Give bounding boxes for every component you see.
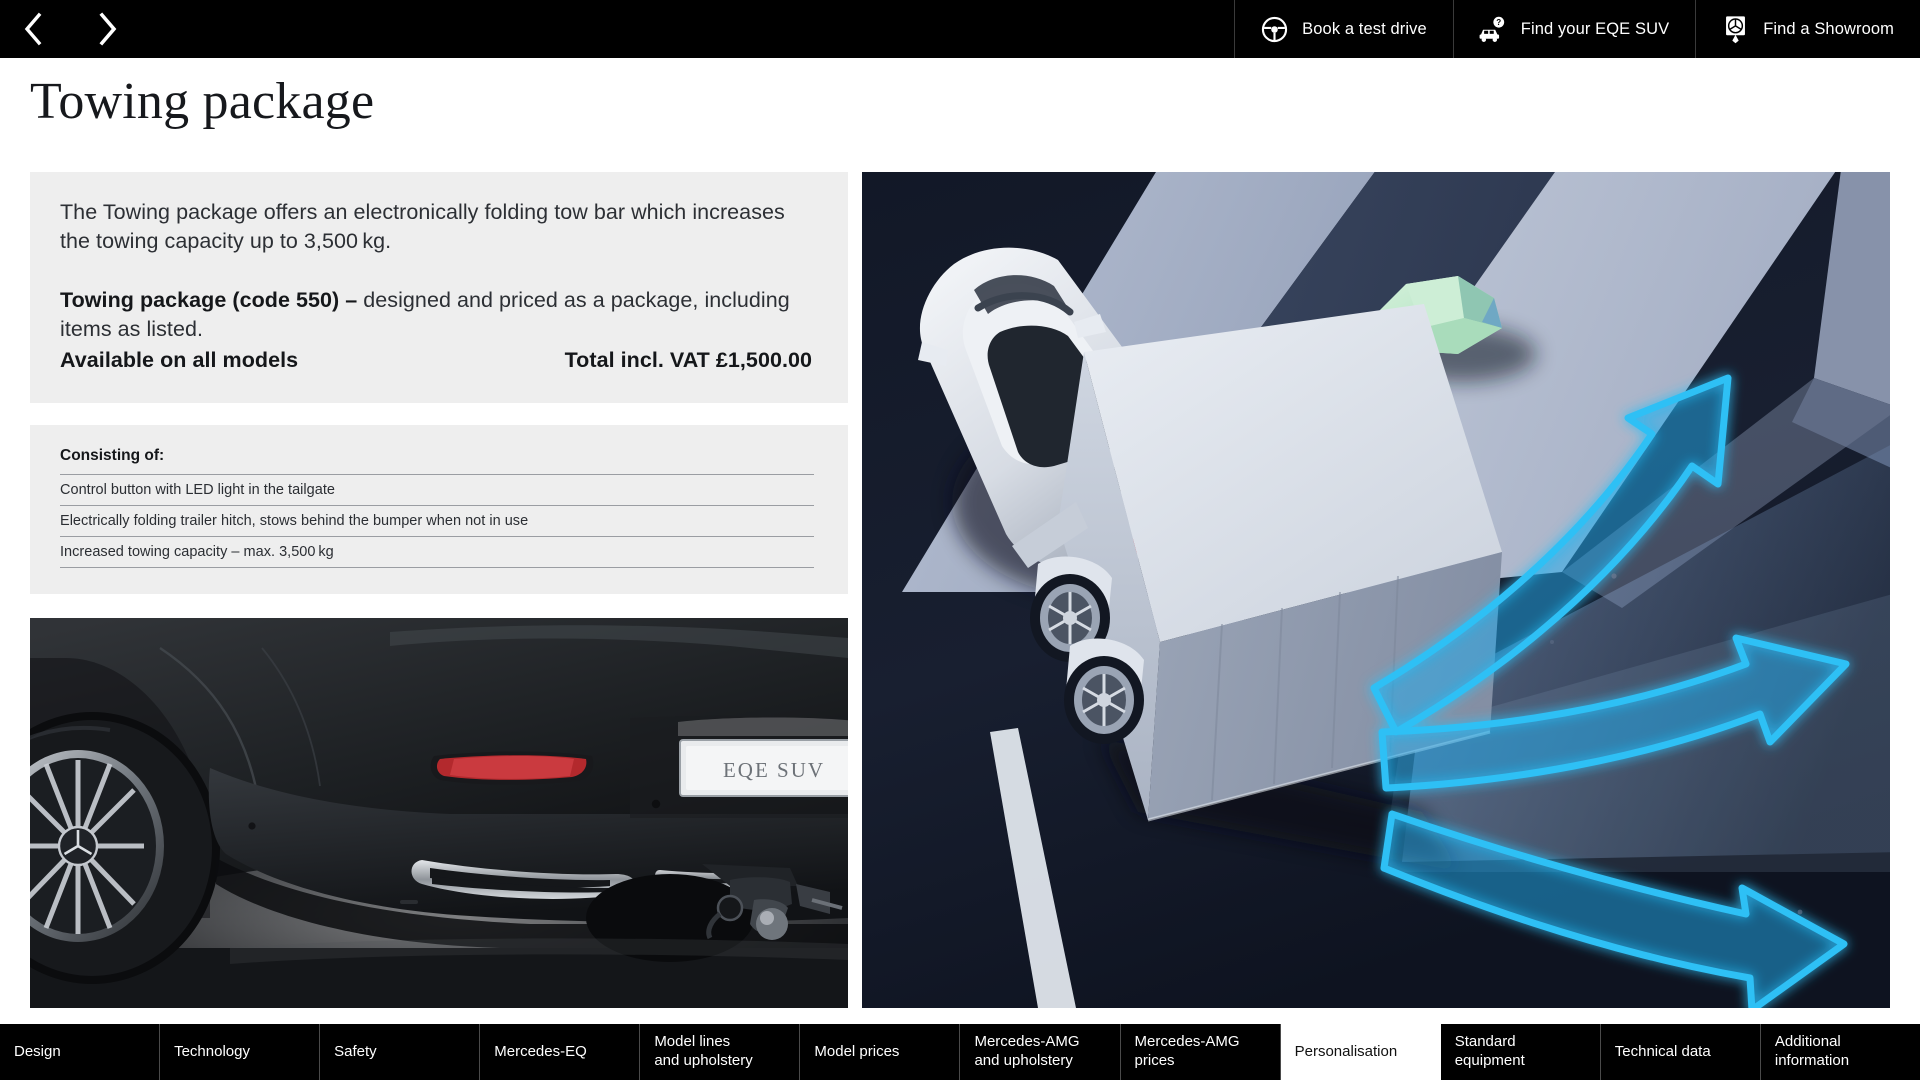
tab-label: Personalisation <box>1294 1042 1398 1060</box>
tab-standard-equipment[interactable]: Standard equipment <box>1441 1024 1601 1080</box>
description-intro: The Towing package offers an electronica… <box>60 200 785 254</box>
find-your-eqe-suv-button[interactable]: ? Find your EQE SUV <box>1452 0 1695 58</box>
tab-mercedes-amg-prices[interactable]: Mercedes-AMG prices <box>1121 1024 1281 1080</box>
svg-text:?: ? <box>1497 18 1502 27</box>
chevron-left-icon[interactable] <box>18 12 48 46</box>
find-a-showroom-label: Find a Showroom <box>1763 19 1894 38</box>
tab-label-line-2: and upholstery <box>974 1052 1073 1069</box>
top-action-group: Book a test drive ? Find your EQE SUV Fi… <box>1234 0 1920 58</box>
tab-technical-data[interactable]: Technical data <box>1601 1024 1761 1080</box>
top-navigation-bar: Book a test drive ? Find your EQE SUV Fi… <box>0 0 1920 58</box>
tab-label: Model prices <box>814 1042 900 1060</box>
tab-label: Design <box>14 1042 61 1060</box>
tab-label-line-2: information <box>1774 1052 1850 1069</box>
svg-text:EQE SUV: EQE SUV <box>723 758 825 782</box>
tab-additional-information[interactable]: Additional information <box>1761 1024 1920 1080</box>
page-title: Towing package <box>30 73 375 130</box>
tab-mercedes-amg-and-upholstery[interactable]: Mercedes-AMG and upholstery <box>960 1024 1121 1080</box>
consisting-of-list: Control button with LED light in the tai… <box>60 474 814 569</box>
license-plate: EQE SUV <box>679 739 848 797</box>
eqe-suv-rear-towbar-photo: EQE SUV <box>30 618 848 1008</box>
tab-personalisation[interactable]: Personalisation <box>1280 1024 1441 1080</box>
chevron-right-icon[interactable] <box>92 12 122 46</box>
list-item: Increased towing capacity – max. 3,500 k… <box>60 536 814 569</box>
tab-label-line-1: Mercedes-AMG <box>1134 1033 1240 1051</box>
consisting-of-card: Consisting of: Control button with LED l… <box>30 425 848 595</box>
tab-model-prices[interactable]: Model prices <box>800 1024 961 1080</box>
page-nav-arrows <box>0 0 122 58</box>
book-a-test-drive-button[interactable]: Book a test drive <box>1234 0 1453 58</box>
tab-label-line-1: Standard <box>1454 1033 1516 1051</box>
car-question-icon: ? <box>1478 14 1508 44</box>
brochure-page: Book a test drive ? Find your EQE SUV Fi… <box>0 0 1920 1080</box>
tab-safety[interactable]: Safety <box>320 1024 481 1080</box>
description-card: The Towing package offers an electronica… <box>30 172 848 404</box>
location-pin-mercedes-icon <box>1720 14 1750 44</box>
tab-label: Mercedes-EQ <box>494 1042 587 1060</box>
tab-technology[interactable]: Technology <box>160 1024 321 1080</box>
tab-model-lines-and-upholstery[interactable]: Model lines and upholstery <box>640 1024 801 1080</box>
book-a-test-drive-label: Book a test drive <box>1302 19 1427 38</box>
tab-label-line-2: and upholstery <box>654 1052 753 1069</box>
total-price-label: Total incl. VAT £1,500.00 <box>564 348 812 373</box>
tab-label-line-1: Additional <box>1774 1033 1841 1051</box>
find-your-eqe-suv-label: Find your EQE SUV <box>1520 19 1670 38</box>
section-tab-bar: Design Technology Safety Mercedes-EQ Mod… <box>0 1024 1920 1080</box>
description-package: Towing package (code 550) – designed and… <box>60 286 814 344</box>
steering-wheel-icon <box>1259 14 1289 44</box>
tab-label-line-1: Model lines <box>654 1033 731 1051</box>
tab-label-line-1: Mercedes-AMG <box>974 1033 1080 1051</box>
tab-label: Safety <box>334 1042 377 1060</box>
availability-label: Available on all models <box>60 348 299 373</box>
tab-label: Technology <box>174 1042 250 1060</box>
description-package-bold: Towing package (code 550) – <box>60 288 358 313</box>
car-trailer-reversing-render <box>862 172 1890 1008</box>
availability-price-row: Available on all models Total incl. VAT … <box>60 348 814 373</box>
left-content-column: The Towing package offers an electronica… <box>30 172 848 595</box>
tab-design[interactable]: Design <box>0 1024 161 1080</box>
tab-label-line-2: prices <box>1134 1052 1175 1069</box>
find-a-showroom-button[interactable]: Find a Showroom <box>1695 0 1920 58</box>
tab-label-line-2: equipment <box>1454 1052 1525 1069</box>
list-item: Control button with LED light in the tai… <box>60 474 814 505</box>
list-item: Electrically folding trailer hitch, stow… <box>60 505 814 536</box>
consisting-of-heading: Consisting of: <box>60 447 165 465</box>
tab-label: Technical data <box>1614 1042 1711 1060</box>
tab-mercedes-eq[interactable]: Mercedes-EQ <box>480 1024 641 1080</box>
